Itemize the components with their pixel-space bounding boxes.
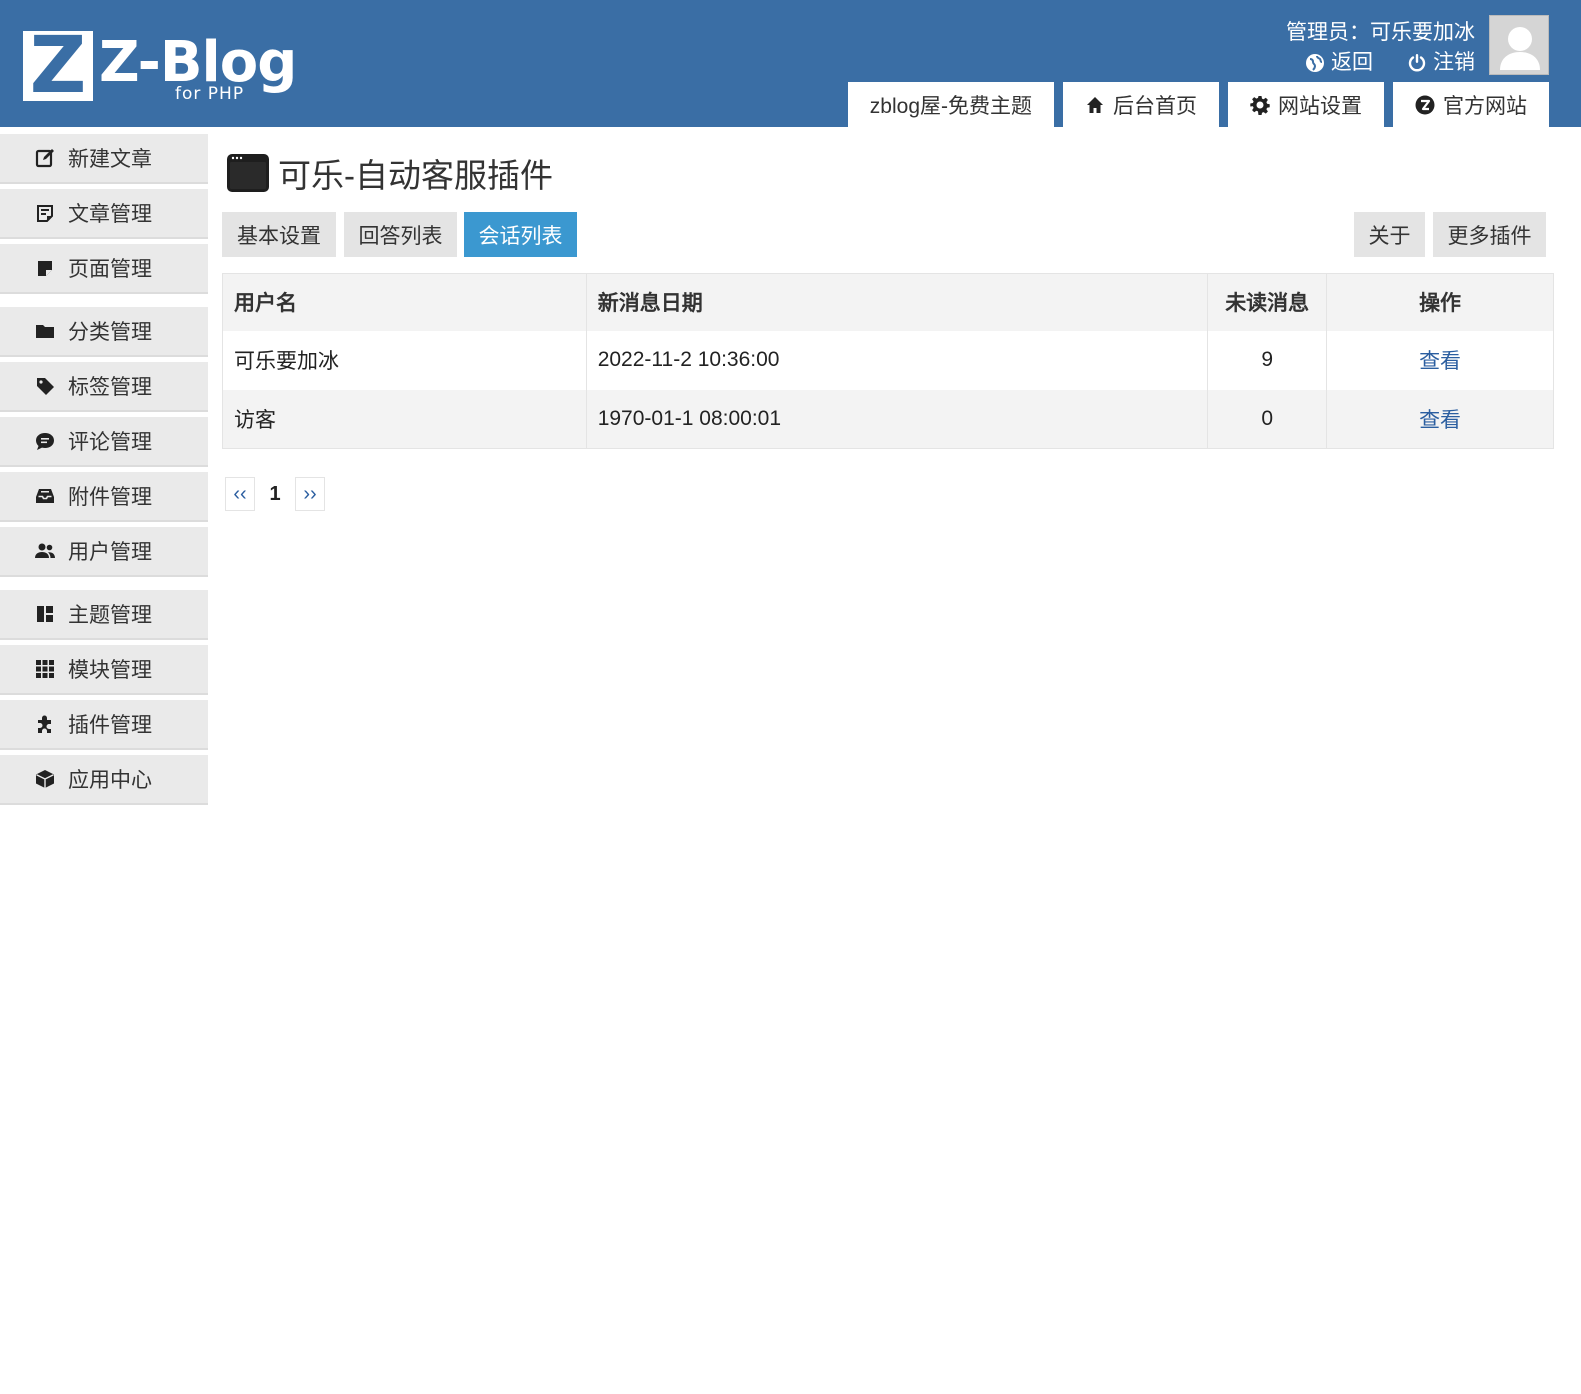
sidebar-item-themes[interactable]: 主题管理 [0,590,208,638]
column-header-action: 操作 [1326,273,1554,331]
layout-icon [37,606,53,622]
logo-subtitle: for PHP [175,84,245,104]
sidebar-item-attachments[interactable]: 附件管理 [0,472,208,520]
table-row: 访客 1970-01-1 08:00:01 0 查看 [222,389,1554,449]
sidebar-item-modules[interactable]: 模块管理 [0,645,208,693]
logo-mark: Z [23,23,93,109]
tab-about[interactable]: 关于 [1354,212,1425,257]
cell-unread: 9 [1207,330,1328,390]
puzzle-icon [38,715,51,733]
sidebar-item-app-center[interactable]: 应用中心 [0,755,208,803]
comment-icon [36,433,54,450]
sidebar-item-comments[interactable]: 评论管理 [0,417,208,465]
tab-answer-list[interactable]: 回答列表 [344,212,457,257]
tag-icon [37,378,54,395]
pager-prev-button[interactable]: ‹‹ [225,477,255,511]
box-icon [36,770,54,788]
admin-label: 管理员：可乐要加冰 [1286,21,1475,44]
column-header-date: 新消息日期 [586,273,1209,331]
tab-official-site[interactable]: 官方网站 [1393,82,1549,127]
tab-admin-home[interactable]: 后台首页 [1063,82,1219,127]
sidebar-item-tags[interactable]: 标签管理 [0,362,208,410]
plugin-tabs: 基本设置 回答列表 会话列表 关于 更多插件 [222,212,1554,258]
cell-username: 可乐要加冰 [222,330,587,390]
sidebar-item-articles[interactable]: 文章管理 [0,189,208,237]
sidebar-item-pages[interactable]: 页面管理 [0,244,208,292]
top-tabs: zblog屋-免费主题 后台首页 网站设置 官方网站 [847,82,1549,127]
view-link[interactable]: 查看 [1419,409,1461,432]
logout-link[interactable]: 注销 [1407,48,1475,78]
column-header-unread: 未读消息 [1207,273,1328,331]
article-icon [37,205,53,222]
pager-next-button[interactable]: ›› [295,477,325,511]
sidebar-item-users[interactable]: 用户管理 [0,527,208,575]
pager-current-page: 1 [269,482,281,505]
user-info: 管理员：可乐要加冰 返回 注销 [1286,18,1475,78]
users-icon [35,543,55,558]
cell-unread: 0 [1207,389,1328,449]
tab-more-plugins[interactable]: 更多插件 [1433,212,1546,257]
inbox-icon [36,489,54,503]
window-icon [227,154,269,192]
tab-session-list[interactable]: 会话列表 [464,212,577,257]
table-header-row: 用户名 新消息日期 未读消息 操作 [222,273,1554,331]
cell-action: 查看 [1326,330,1554,390]
column-header-username: 用户名 [222,273,587,331]
cell-date: 1970-01-1 08:00:01 [586,389,1209,449]
zblog-icon [1415,95,1435,114]
sidebar: 新建文章 文章管理 页面管理 分类管理 标签管理 评论管理 附件管理 用户管理 … [0,134,208,810]
page-icon [38,261,52,276]
back-link[interactable]: 返回 [1305,48,1373,78]
sidebar-item-plugins[interactable]: 插件管理 [0,700,208,748]
gear-icon [1250,95,1270,115]
power-icon [1408,54,1426,72]
zblog-logo[interactable]: Z Z-Blog for PHP [23,23,297,109]
grid-icon [36,660,54,678]
sidebar-item-categories[interactable]: 分类管理 [0,307,208,355]
logout-label: 注销 [1433,51,1475,74]
cell-date: 2022-11-2 10:36:00 [586,330,1209,390]
main-content: 可乐-自动客服插件 基本设置 回答列表 会话列表 关于 更多插件 [222,134,1554,258]
top-header: Z Z-Blog for PHP 管理员：可乐要加冰 返回 注销 zblog屋-… [0,0,1581,127]
pagination: ‹‹ 1 ›› [225,477,325,511]
edit-icon [35,149,54,168]
page-title: 可乐-自动客服插件 [222,134,1554,212]
avatar[interactable] [1489,15,1549,75]
sidebar-item-new-article[interactable]: 新建文章 [0,134,208,182]
tab-site-settings[interactable]: 网站设置 [1228,82,1384,127]
cell-action: 查看 [1326,389,1554,449]
tab-basic-settings[interactable]: 基本设置 [222,212,336,257]
view-link[interactable]: 查看 [1419,350,1461,373]
session-table: 用户名 新消息日期 未读消息 操作 可乐要加冰 2022-11-2 10:36:… [222,273,1554,449]
folder-icon [36,325,54,338]
back-label: 返回 [1331,51,1373,74]
home-icon [1087,96,1103,113]
page-title-text: 可乐-自动客服插件 [278,157,553,194]
globe-icon [1306,54,1324,72]
cell-username: 访客 [222,389,587,449]
user-avatar-icon [1500,27,1540,70]
table-row: 可乐要加冰 2022-11-2 10:36:00 9 查看 [222,330,1554,390]
tab-zblog-theme[interactable]: zblog屋-免费主题 [847,82,1054,127]
